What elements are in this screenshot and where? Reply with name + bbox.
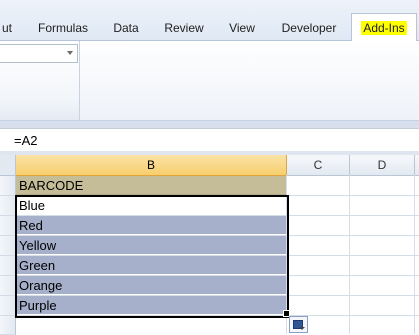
tab-layout-partial[interactable]: ut [0, 14, 14, 40]
row-header[interactable] [0, 196, 16, 216]
cell-b5[interactable]: Green [16, 256, 286, 275]
cell-b4[interactable]: Yellow [16, 236, 286, 255]
cell-b3[interactable]: Red [16, 216, 286, 235]
tab-formulas[interactable]: Formulas [34, 14, 92, 40]
column-header-b[interactable]: B [16, 155, 287, 177]
column-header-next[interactable] [415, 155, 419, 176]
column-header-c[interactable]: C [287, 155, 350, 176]
cell-b2[interactable]: Blue [16, 196, 286, 215]
tab-view[interactable]: View [224, 14, 260, 40]
formula-bar[interactable]: =A2 [0, 128, 419, 152]
formula-input[interactable]: =A2 [14, 133, 38, 148]
select-all-corner[interactable] [0, 155, 16, 176]
chevron-down-icon[interactable] [67, 51, 73, 55]
ribbon-body [0, 41, 419, 121]
row-header[interactable] [0, 316, 16, 335]
ribbon-group-footer [0, 99, 79, 120]
tab-developer[interactable]: Developer [276, 14, 342, 40]
gridline [16, 315, 419, 316]
ribbon-dropdown[interactable] [0, 44, 78, 63]
tab-review[interactable]: Review [160, 14, 208, 40]
row-header[interactable] [0, 276, 16, 296]
ribbon-separator [79, 41, 80, 120]
tab-add-ins[interactable]: Add-Ins [351, 13, 417, 42]
formula-bar-spacer [0, 121, 419, 128]
row-header[interactable] [0, 236, 16, 256]
row-header[interactable] [0, 216, 16, 236]
cell-b6[interactable]: Orange [16, 276, 286, 295]
ribbon-tab-strip: ut Formulas Data Review View Developer A… [0, 0, 419, 42]
row-header[interactable] [0, 296, 16, 316]
tab-add-ins-label: Add-Ins [361, 21, 407, 35]
paste-options-icon[interactable] [289, 316, 308, 333]
chevron-down-icon [299, 327, 305, 330]
tab-data[interactable]: Data [108, 14, 144, 40]
row-header[interactable] [0, 256, 16, 276]
cell-b7[interactable]: Purple [16, 296, 286, 315]
row-header[interactable] [0, 176, 16, 196]
cell-b1-header[interactable]: BARCODE [16, 176, 286, 195]
column-header-d[interactable]: D [350, 155, 415, 176]
